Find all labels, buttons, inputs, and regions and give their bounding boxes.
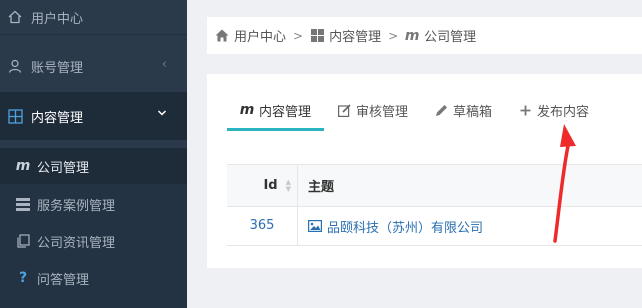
plus-icon (518, 103, 532, 117)
table-row: 365 品颐科技（苏州）有限公司 (227, 207, 642, 246)
m-icon: m (15, 158, 31, 174)
image-icon (308, 219, 322, 233)
home-icon (215, 29, 229, 43)
sidebar-subitem-qa[interactable]: ? 问答管理 (0, 260, 187, 296)
breadcrumb-label: 内容管理 (329, 30, 382, 45)
row-subject-link[interactable]: 品颐科技（苏州）有限公司 (298, 217, 483, 236)
column-header-subject: 主题 (308, 180, 335, 195)
chevron-right-icon: > (388, 28, 399, 43)
breadcrumb: 用户中心 > 内容管理 > m 公司管理 (207, 17, 642, 54)
tab-bar: m 内容管理 审核管理 草稿箱 发布内容 (227, 92, 602, 132)
sidebar-subitem-news[interactable]: 公司资讯管理 (0, 223, 187, 259)
chevron-down-icon (157, 107, 167, 122)
row-id[interactable]: 365 (227, 207, 298, 245)
content-table: Id ▲ ▼ 主题 365 品颐科技（苏州）有限公司 (227, 164, 642, 246)
tab-review-management[interactable]: 审核管理 (324, 92, 421, 128)
sidebar-subitem-company[interactable]: m 公司管理 (0, 148, 187, 184)
list-icon (15, 196, 31, 212)
edit-icon (337, 103, 351, 117)
sidebar-item-label: 内容管理 (31, 110, 84, 126)
content-panel: m 内容管理 审核管理 草稿箱 发布内容 Id ▲ ▼ 主题 365 品颐科技（… (207, 74, 642, 268)
tab-label: 发布内容 (537, 104, 590, 120)
column-header-id[interactable]: Id ▲ ▼ (227, 165, 298, 206)
sidebar-subitem-label: 公司管理 (37, 160, 90, 176)
sidebar: 用户中心 账号管理 ‹ 内容管理 m 公司管理 服务案例管理 公司资讯管理 ? … (0, 0, 187, 308)
sidebar-item-user-center[interactable]: 用户中心 (0, 0, 187, 35)
sidebar-subitem-label: 问答管理 (37, 272, 90, 288)
sidebar-submenu: m 公司管理 服务案例管理 公司资讯管理 ? 问答管理 (0, 148, 187, 308)
sidebar-subitem-label: 公司资讯管理 (37, 235, 116, 251)
home-icon (7, 9, 23, 25)
sidebar-item-content[interactable]: 内容管理 (0, 92, 187, 140)
breadcrumb-item-content[interactable]: 内容管理 (310, 26, 381, 45)
sidebar-subitem-cases[interactable]: 服务案例管理 (0, 186, 187, 222)
m-icon: m (404, 27, 420, 44)
user-icon (7, 58, 23, 74)
row-subject-label: 品颐科技（苏州）有限公司 (327, 220, 484, 236)
m-icon: m (239, 102, 255, 118)
breadcrumb-label: 公司管理 (424, 30, 477, 45)
grid-icon (310, 29, 324, 43)
breadcrumb-item-user-center[interactable]: 用户中心 (215, 26, 286, 45)
tab-drafts[interactable]: 草稿箱 (421, 92, 505, 128)
tab-content-management[interactable]: m 内容管理 (227, 92, 325, 131)
copy-icon (15, 233, 31, 249)
breadcrumb-label: 用户中心 (234, 30, 287, 45)
chevron-right-icon: > (293, 28, 304, 43)
chevron-left-icon: ‹ (161, 57, 167, 72)
tab-label: 内容管理 (259, 104, 312, 120)
sort-icon: ▲ ▼ (285, 177, 291, 193)
breadcrumb-item-company: m 公司管理 (404, 26, 477, 46)
tab-label: 审核管理 (356, 104, 409, 120)
sidebar-item-label: 账号管理 (31, 60, 84, 76)
table-header: Id ▲ ▼ 主题 (227, 165, 642, 207)
sidebar-subitem-label: 服务案例管理 (37, 198, 116, 214)
sidebar-item-label: 用户中心 (31, 11, 84, 27)
sidebar-item-accounts[interactable]: 账号管理 ‹ (0, 40, 187, 93)
tab-label: 草稿箱 (453, 104, 493, 120)
grid-icon (7, 108, 23, 124)
question-icon: ? (18, 270, 28, 286)
pencil-icon (434, 103, 448, 117)
tab-publish-content[interactable]: 发布内容 (505, 92, 602, 128)
